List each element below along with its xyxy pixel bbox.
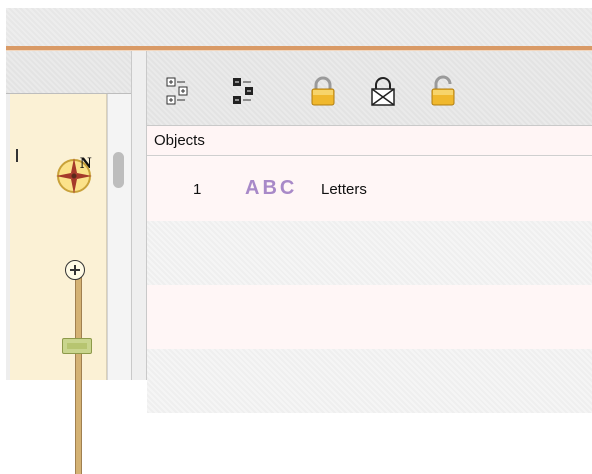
objects-header-label: Objects [154, 132, 205, 149]
map-scrollbar[interactable] [107, 94, 132, 380]
zoom-slider-track[interactable] [75, 264, 82, 474]
empty-row [147, 349, 592, 413]
zoom-in-icon[interactable] [65, 260, 85, 280]
empty-row [147, 221, 592, 285]
lock-closed-icon[interactable] [307, 75, 339, 107]
compass-north-label: N [80, 155, 92, 172]
title-bar [6, 8, 592, 46]
empty-row [147, 285, 592, 349]
expand-all-icon[interactable] [165, 75, 197, 107]
map-tick-mark [16, 149, 18, 162]
objects-toolbar [147, 51, 592, 126]
objects-column-header[interactable]: Objects [147, 126, 592, 156]
map-pane: N [6, 51, 132, 474]
row-index: 1 [193, 181, 202, 198]
list-item[interactable]: 1 ABC Letters [147, 157, 592, 221]
map-view[interactable]: N [10, 94, 110, 474]
zoom-slider-thumb[interactable] [62, 338, 92, 354]
objects-pane: Objects 1 ABC Letters [147, 51, 592, 413]
pane-splitter[interactable] [131, 51, 147, 380]
map-scrollbar-thumb[interactable] [113, 152, 124, 188]
map-pane-header [6, 51, 131, 94]
lock-open-icon[interactable] [427, 75, 459, 107]
collapse-all-icon[interactable] [231, 75, 263, 107]
lock-disabled-icon[interactable] [367, 75, 399, 107]
letters-icon: ABC [245, 177, 298, 199]
objects-list: 1 ABC Letters [147, 157, 592, 413]
row-name: Letters [321, 181, 367, 198]
compass-icon[interactable]: N [54, 148, 110, 204]
